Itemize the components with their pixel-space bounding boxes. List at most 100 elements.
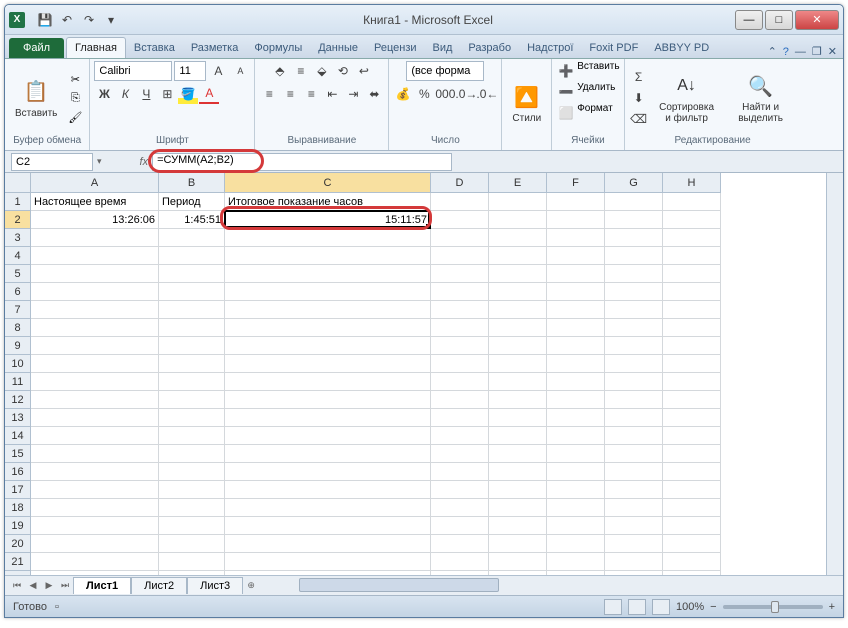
cell-H6[interactable] xyxy=(663,283,721,301)
cell-A16[interactable] xyxy=(31,463,159,481)
cell-C21[interactable] xyxy=(225,553,431,571)
cell-F16[interactable] xyxy=(547,463,605,481)
font-color-button[interactable]: A xyxy=(199,84,219,104)
cell-A2[interactable]: 13:26:06 xyxy=(31,211,159,229)
cell-G8[interactable] xyxy=(605,319,663,337)
cell-H7[interactable] xyxy=(663,301,721,319)
cell-A20[interactable] xyxy=(31,535,159,553)
cell-D21[interactable] xyxy=(431,553,489,571)
cell-C7[interactable] xyxy=(225,301,431,319)
cell-C11[interactable] xyxy=(225,373,431,391)
row-header-4[interactable]: 4 xyxy=(5,247,31,265)
cell-H22[interactable] xyxy=(663,571,721,575)
col-header-C[interactable]: C xyxy=(225,173,431,193)
formula-input[interactable]: =СУММ(A2;B2) xyxy=(152,153,452,171)
cell-C18[interactable] xyxy=(225,499,431,517)
cell-A3[interactable] xyxy=(31,229,159,247)
cell-D14[interactable] xyxy=(431,427,489,445)
col-header-F[interactable]: F xyxy=(547,173,605,193)
cell-C19[interactable] xyxy=(225,517,431,535)
cell-G18[interactable] xyxy=(605,499,663,517)
tab-formulas[interactable]: Формулы xyxy=(246,38,310,58)
sheet-nav-prev[interactable]: ◀ xyxy=(25,578,41,594)
cell-G4[interactable] xyxy=(605,247,663,265)
cell-E13[interactable] xyxy=(489,409,547,427)
cell-F14[interactable] xyxy=(547,427,605,445)
cell-H13[interactable] xyxy=(663,409,721,427)
cell-H19[interactable] xyxy=(663,517,721,535)
sheet-tab-1[interactable]: Лист1 xyxy=(73,577,131,594)
align-center-button[interactable]: ≡ xyxy=(280,84,300,104)
currency-button[interactable]: 💰 xyxy=(393,84,413,104)
cell-D11[interactable] xyxy=(431,373,489,391)
cell-D1[interactable] xyxy=(431,193,489,211)
cell-F20[interactable] xyxy=(547,535,605,553)
tab-developer[interactable]: Разрабо xyxy=(460,38,519,58)
cell-F12[interactable] xyxy=(547,391,605,409)
col-header-D[interactable]: D xyxy=(431,173,489,193)
zoom-out-button[interactable]: − xyxy=(710,601,716,613)
cell-A14[interactable] xyxy=(31,427,159,445)
qat-dropdown[interactable]: ▾ xyxy=(101,10,121,30)
cell-B7[interactable] xyxy=(159,301,225,319)
orientation-button[interactable]: ⟲ xyxy=(333,61,353,81)
cell-B2[interactable]: 1:45:51 xyxy=(159,211,225,229)
macro-icon[interactable]: ▫ xyxy=(55,601,59,613)
cell-B6[interactable] xyxy=(159,283,225,301)
cell-G6[interactable] xyxy=(605,283,663,301)
cell-D15[interactable] xyxy=(431,445,489,463)
cell-F5[interactable] xyxy=(547,265,605,283)
sheet-tab-3[interactable]: Лист3 xyxy=(187,577,243,594)
cell-G7[interactable] xyxy=(605,301,663,319)
page-break-view-button[interactable] xyxy=(652,599,670,615)
sheet-nav-next[interactable]: ▶ xyxy=(41,578,57,594)
cell-C16[interactable] xyxy=(225,463,431,481)
cell-H21[interactable] xyxy=(663,553,721,571)
cell-G14[interactable] xyxy=(605,427,663,445)
row-header-5[interactable]: 5 xyxy=(5,265,31,283)
align-middle-button[interactable]: ≡ xyxy=(291,61,311,81)
horizontal-scrollbar[interactable] xyxy=(279,576,843,595)
cell-A13[interactable] xyxy=(31,409,159,427)
cell-D3[interactable] xyxy=(431,229,489,247)
cell-E20[interactable] xyxy=(489,535,547,553)
row-header-21[interactable]: 21 xyxy=(5,553,31,571)
col-header-H[interactable]: H xyxy=(663,173,721,193)
row-header-9[interactable]: 9 xyxy=(5,337,31,355)
help-icon[interactable]: ? xyxy=(783,46,789,58)
redo-button[interactable]: ↷ xyxy=(79,10,99,30)
cell-D22[interactable] xyxy=(431,571,489,575)
cell-E19[interactable] xyxy=(489,517,547,535)
cells-area[interactable]: Настоящее времяПериодИтоговое показание … xyxy=(31,193,721,575)
font-size-select[interactable] xyxy=(174,61,206,81)
copy-button[interactable]: ⎘ xyxy=(65,89,85,107)
undo-button[interactable]: ↶ xyxy=(57,10,77,30)
font-name-select[interactable] xyxy=(94,61,172,81)
col-header-B[interactable]: B xyxy=(159,173,225,193)
cell-F21[interactable] xyxy=(547,553,605,571)
cell-C17[interactable] xyxy=(225,481,431,499)
cell-C3[interactable] xyxy=(225,229,431,247)
cell-C6[interactable] xyxy=(225,283,431,301)
cell-A21[interactable] xyxy=(31,553,159,571)
cell-E11[interactable] xyxy=(489,373,547,391)
cell-D6[interactable] xyxy=(431,283,489,301)
cell-G15[interactable] xyxy=(605,445,663,463)
cell-B8[interactable] xyxy=(159,319,225,337)
namebox-dropdown-icon[interactable]: ▾ xyxy=(97,156,102,167)
col-header-G[interactable]: G xyxy=(605,173,663,193)
merge-button[interactable]: ⬌ xyxy=(364,84,384,104)
cell-F8[interactable] xyxy=(547,319,605,337)
cell-G22[interactable] xyxy=(605,571,663,575)
select-all-corner[interactable] xyxy=(5,173,31,193)
cell-E18[interactable] xyxy=(489,499,547,517)
cell-A17[interactable] xyxy=(31,481,159,499)
cell-H10[interactable] xyxy=(663,355,721,373)
sheet-nav-last[interactable]: ⏭ xyxy=(57,578,73,594)
cell-F4[interactable] xyxy=(547,247,605,265)
cell-A1[interactable]: Настоящее время xyxy=(31,193,159,211)
tab-addins[interactable]: Надстрої xyxy=(519,38,581,58)
normal-view-button[interactable] xyxy=(604,599,622,615)
paste-button[interactable]: 📋 Вставить xyxy=(9,76,63,121)
row-header-22[interactable]: 22 xyxy=(5,571,31,575)
